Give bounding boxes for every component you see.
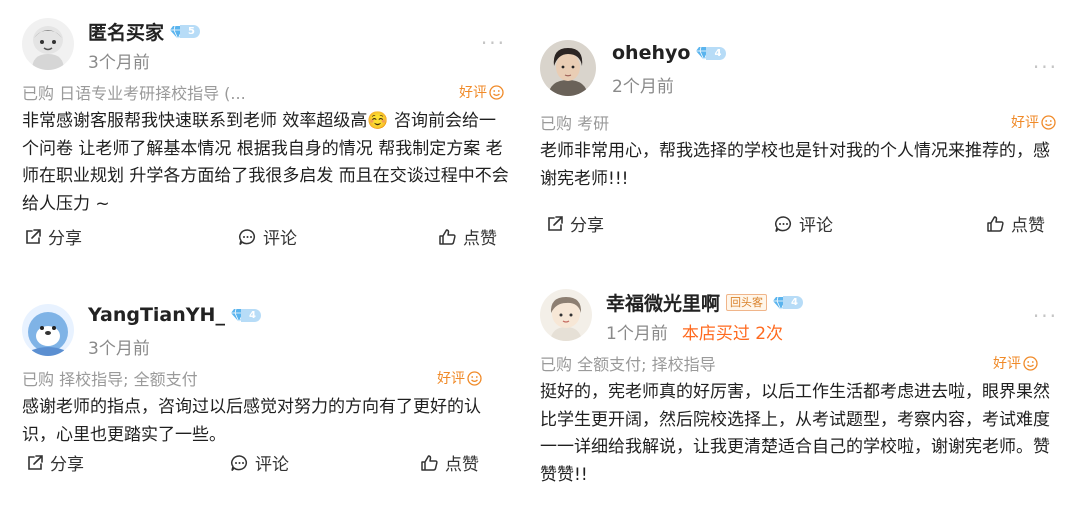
review-time: 3个月前	[88, 53, 150, 73]
smile-icon	[467, 370, 482, 386]
rating-badge: 好评	[437, 368, 482, 388]
avatar[interactable]	[22, 18, 74, 70]
smile-icon	[1041, 114, 1056, 130]
like-icon	[421, 454, 438, 471]
review-text: 老师非常用心，帮我选择的学校也是针对我的个人情况来推荐的，感谢宪老师!!!	[540, 141, 1050, 189]
comment-icon	[231, 454, 248, 471]
review-time: 1个月前 本店买过 2次	[606, 324, 784, 344]
comment-icon	[239, 228, 256, 245]
like-button[interactable]: 点赞	[420, 450, 479, 475]
review-time: 3个月前	[88, 339, 150, 359]
username[interactable]: ohehyo 4	[612, 42, 727, 64]
review-text: 挺好的，宪老师真的好厉害，以后工作生活都考虑进去啦，眼界果然比学生更开阔，然后院…	[540, 382, 1050, 485]
rating-badge: 好评	[459, 82, 504, 102]
purchase-info: 已购 日语专业考研择校指导 (...	[22, 84, 246, 103]
comment-button[interactable]: 评论	[230, 450, 289, 475]
repeat-purchase: 本店买过 2次	[681, 324, 784, 344]
purchase-info: 已购 择校指导; 全额支付	[22, 370, 198, 389]
comment-button[interactable]: 评论	[774, 211, 833, 236]
review-text: 感谢老师的指点，咨询过以后感觉对努力的方向有了更好的认识，心里也更踏实了一些。	[22, 397, 481, 445]
level-badge: 4	[773, 295, 803, 311]
rating-badge: 好评	[1011, 112, 1056, 132]
review-card: ohehyo 4 2个月前 ··· 已购 考研 好评 老师非常用心，帮我选择的学…	[540, 38, 1062, 236]
rating-badge: 好评	[993, 353, 1038, 373]
repeat-customer-tag: 回头客	[726, 294, 768, 311]
like-icon	[987, 215, 1004, 232]
username[interactable]: YangTianYH_ 4	[88, 304, 261, 326]
like-button[interactable]: 点赞	[986, 211, 1045, 236]
smile-icon	[1023, 355, 1038, 371]
review-text: 非常感谢客服帮我快速联系到老师 效率超级高☺️ 咨询前会给一个问卷 让老师了解基…	[22, 111, 509, 214]
username[interactable]: 匿名买家 5	[88, 18, 200, 45]
like-icon	[439, 228, 456, 245]
like-button[interactable]: 点赞	[438, 224, 497, 249]
username[interactable]: 幸福微光里啊 回头客 4	[606, 289, 803, 316]
comment-icon	[775, 215, 792, 232]
share-icon	[548, 215, 563, 231]
review-card: 幸福微光里啊 回头客 4 1个月前 本店买过 2次 ··· 已购 全额支付; 择校…	[540, 285, 1062, 489]
smile-icon	[489, 84, 504, 100]
avatar[interactable]	[540, 40, 596, 96]
level-badge: 5	[170, 24, 200, 40]
more-icon[interactable]: ···	[1033, 306, 1058, 326]
level-badge: 4	[230, 307, 261, 323]
more-icon[interactable]: ···	[481, 33, 506, 53]
purchase-info: 已购 全额支付; 择校指导	[540, 355, 716, 374]
share-button[interactable]: 分享	[24, 224, 82, 249]
avatar[interactable]	[540, 289, 592, 341]
review-card: 匿名买家 5 3个月前 ··· 已购 日语专业考研择校指导 (... 好评 非常…	[22, 14, 510, 249]
level-badge: 4	[696, 45, 727, 61]
purchase-info: 已购 考研	[540, 114, 610, 133]
comment-button[interactable]: 评论	[238, 224, 297, 249]
share-button[interactable]: 分享	[546, 211, 604, 236]
more-icon[interactable]: ···	[1033, 57, 1058, 77]
share-icon	[26, 228, 41, 244]
share-button[interactable]: 分享	[26, 450, 84, 475]
share-icon	[28, 454, 43, 470]
review-time: 2个月前	[612, 77, 674, 97]
avatar[interactable]	[22, 304, 74, 356]
review-card: YangTianYH_ 4 3个月前 已购 择校指导; 全额支付 好评 感谢老师…	[22, 300, 510, 475]
